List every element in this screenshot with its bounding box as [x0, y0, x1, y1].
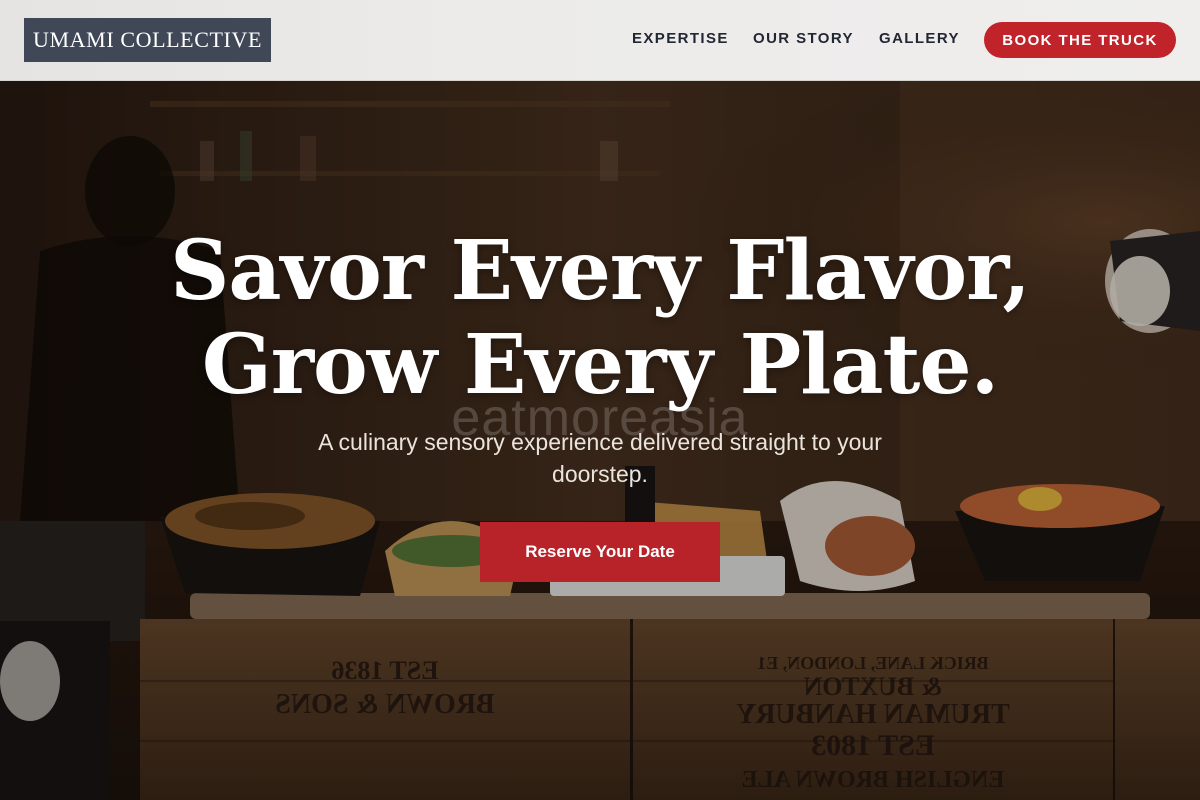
- top-navbar: UMAMI COLLECTIVE EXPERTISE OUR STORY GAL…: [0, 0, 1200, 81]
- hero-subtitle: A culinary sensory experience delivered …: [318, 429, 882, 487]
- reserve-your-date-button[interactable]: Reserve Your Date: [480, 522, 720, 582]
- hero-headline-line1: Savor Every Flavor,: [170, 223, 1031, 319]
- hero-headline: Savor Every Flavor, Grow Every Plate.: [0, 224, 1200, 412]
- book-the-truck-button[interactable]: BOOK THE TRUCK: [984, 22, 1176, 58]
- nav-link-gallery[interactable]: GALLERY: [879, 30, 960, 47]
- brand-logo[interactable]: UMAMI COLLECTIVE: [24, 18, 271, 62]
- nav-link-expertise[interactable]: EXPERTISE: [632, 30, 729, 47]
- nav-link-our-story[interactable]: OUR STORY: [753, 30, 854, 47]
